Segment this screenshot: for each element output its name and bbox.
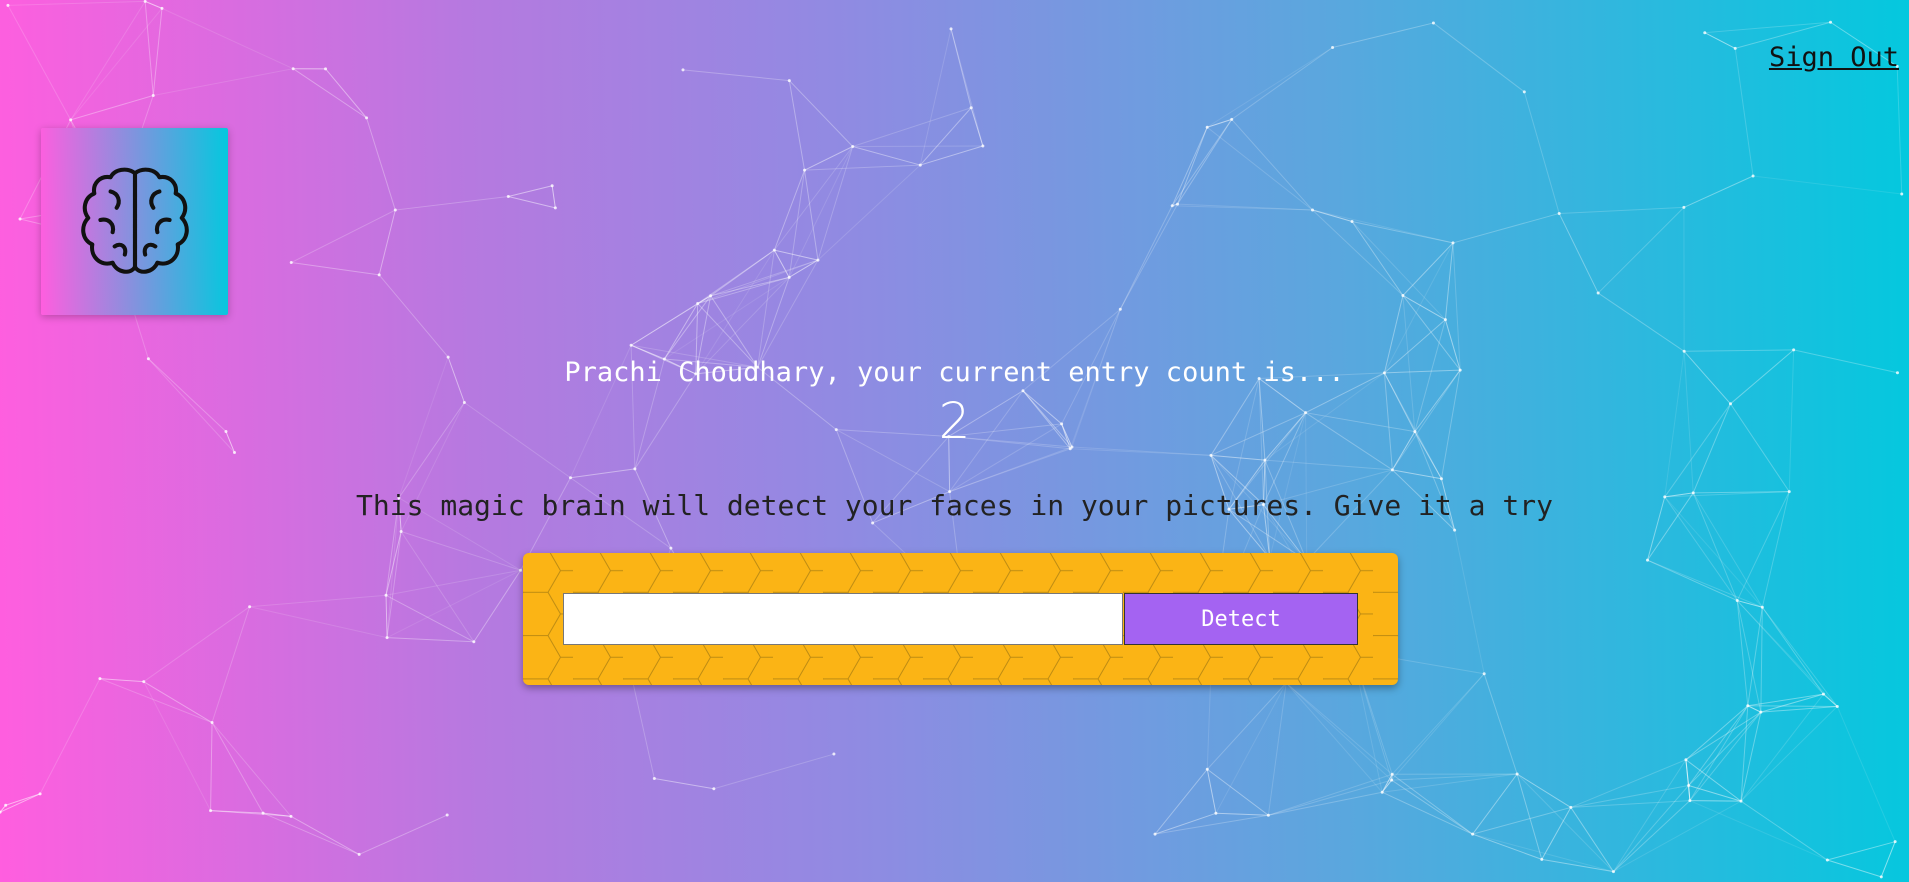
detect-button[interactable]: Detect xyxy=(1124,593,1358,645)
image-url-form: Detect xyxy=(523,553,1398,685)
image-url-input[interactable] xyxy=(563,593,1123,645)
sign-out-link[interactable]: Sign Out xyxy=(1769,42,1899,73)
entry-count-value: 2 xyxy=(938,392,971,450)
entry-count-greeting: Prachi Choudhary, your current entry cou… xyxy=(564,357,1345,388)
instructions-text: This magic brain will detect your faces … xyxy=(356,489,1553,522)
logo-tile xyxy=(41,128,228,315)
brain-icon xyxy=(80,167,189,274)
